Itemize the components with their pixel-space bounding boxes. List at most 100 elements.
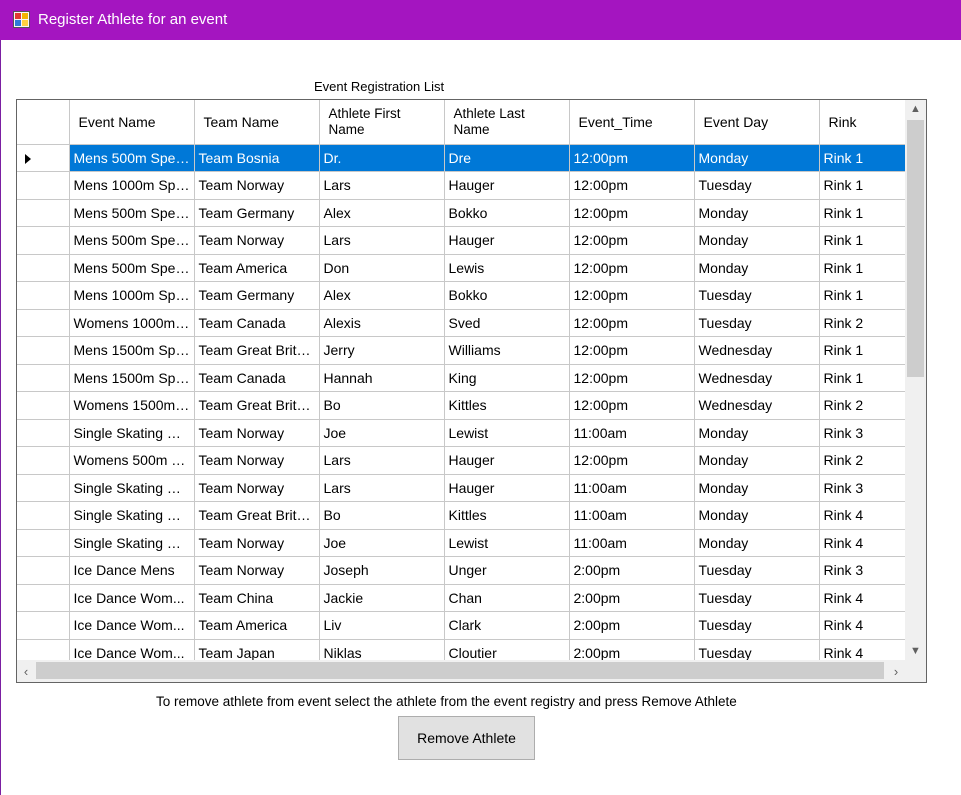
- cell-athlete-first-name[interactable]: Bo: [319, 391, 445, 420]
- table-row[interactable]: Mens 500m Spee... Team Bosnia Dr. Dre 12:00p…: [17, 144, 905, 172]
- column-header-athlete-first-name[interactable]: Athlete First Name: [319, 100, 445, 145]
- table-row[interactable]: Mens 500m Spee... Team Norway Lars Hauger 12…: [17, 226, 905, 255]
- title-bar[interactable]: Register Athlete for an event: [0, 0, 961, 40]
- cell-event-name[interactable]: Mens 500m Spee...: [69, 199, 195, 227]
- cell-event-day[interactable]: Tuesday: [694, 584, 820, 612]
- cell-event-day[interactable]: Monday: [694, 501, 820, 530]
- table-row[interactable]: Mens 1500m Spe... Team Great Britain Jerry…: [17, 336, 905, 365]
- cell-event-time[interactable]: 11:00am: [569, 474, 695, 502]
- row-header[interactable]: [17, 226, 70, 255]
- cell-rink[interactable]: Rink 1: [819, 171, 905, 200]
- cell-rink[interactable]: Rink 4: [819, 611, 905, 640]
- cell-event-name[interactable]: Womens 1000m ...: [69, 309, 195, 337]
- row-header[interactable]: [17, 281, 70, 310]
- cell-event-name[interactable]: Mens 500m Spee...: [69, 226, 195, 255]
- cell-event-day[interactable]: Monday: [694, 199, 820, 227]
- column-header-rink[interactable]: Rink: [819, 100, 905, 145]
- cell-athlete-last-name[interactable]: Hauger: [444, 446, 570, 475]
- row-header[interactable]: [17, 309, 70, 337]
- row-header[interactable]: [17, 446, 70, 475]
- cell-athlete-last-name[interactable]: Bokko: [444, 281, 570, 310]
- cell-event-day[interactable]: Tuesday: [694, 556, 820, 585]
- cell-event-time[interactable]: 12:00pm: [569, 144, 695, 172]
- row-header[interactable]: [17, 336, 70, 365]
- cell-athlete-first-name[interactable]: Joe: [319, 419, 445, 447]
- cell-team-name[interactable]: Team Bosnia: [194, 144, 320, 172]
- cell-rink[interactable]: Rink 2: [819, 309, 905, 337]
- cell-team-name[interactable]: Team Germany: [194, 281, 320, 310]
- cell-team-name[interactable]: Team Germany: [194, 199, 320, 227]
- row-header[interactable]: [17, 529, 70, 557]
- cell-team-name[interactable]: Team Norway: [194, 171, 320, 200]
- column-header-team-name[interactable]: Team Name: [194, 100, 320, 145]
- row-header[interactable]: [17, 364, 70, 392]
- cell-team-name[interactable]: Team America: [194, 254, 320, 282]
- cell-event-day[interactable]: Tuesday: [694, 639, 820, 660]
- scroll-left-arrow-icon[interactable]: ‹: [17, 660, 35, 682]
- cell-event-time[interactable]: 2:00pm: [569, 611, 695, 640]
- cell-athlete-last-name[interactable]: Unger: [444, 556, 570, 585]
- cell-athlete-last-name[interactable]: Sved: [444, 309, 570, 337]
- cell-rink[interactable]: Rink 4: [819, 584, 905, 612]
- cell-rink[interactable]: Rink 1: [819, 364, 905, 392]
- cell-athlete-first-name[interactable]: Don: [319, 254, 445, 282]
- scroll-right-arrow-icon[interactable]: ›: [887, 660, 905, 682]
- cell-team-name[interactable]: Team Great Britain: [194, 501, 320, 530]
- cell-athlete-last-name[interactable]: Clark: [444, 611, 570, 640]
- row-header[interactable]: [17, 199, 70, 227]
- cell-team-name[interactable]: Team China: [194, 584, 320, 612]
- table-row[interactable]: Womens 1500m ... Team Great Britain Bo Kitt…: [17, 391, 905, 420]
- cell-athlete-first-name[interactable]: Jackie: [319, 584, 445, 612]
- cell-team-name[interactable]: Team Norway: [194, 474, 320, 502]
- cell-rink[interactable]: Rink 1: [819, 226, 905, 255]
- cell-event-name[interactable]: Ice Dance Wom...: [69, 584, 195, 612]
- cell-event-name[interactable]: Mens 1500m Spe...: [69, 336, 195, 365]
- cell-event-time[interactable]: 12:00pm: [569, 281, 695, 310]
- cell-athlete-first-name[interactable]: Alexis: [319, 309, 445, 337]
- cell-event-time[interactable]: 12:00pm: [569, 254, 695, 282]
- cell-athlete-first-name[interactable]: Lars: [319, 171, 445, 200]
- cell-event-day[interactable]: Monday: [694, 144, 820, 172]
- cell-event-day[interactable]: Tuesday: [694, 171, 820, 200]
- row-header[interactable]: [17, 474, 70, 502]
- table-row[interactable]: Womens 500m S... Team Norway Lars Hauger 12:…: [17, 446, 905, 475]
- cell-team-name[interactable]: Team Norway: [194, 446, 320, 475]
- cell-athlete-last-name[interactable]: Bokko: [444, 199, 570, 227]
- event-registration-grid[interactable]: Event Name Team Name Athlete First Name …: [16, 99, 927, 683]
- cell-rink[interactable]: Rink 3: [819, 474, 905, 502]
- row-header[interactable]: [17, 584, 70, 612]
- cell-event-time[interactable]: 12:00pm: [569, 391, 695, 420]
- cell-rink[interactable]: Rink 1: [819, 281, 905, 310]
- table-row[interactable]: Ice Dance Wom... Team America Liv Clark 2:00…: [17, 611, 905, 640]
- column-header-athlete-last-name[interactable]: Athlete Last Name: [444, 100, 570, 145]
- cell-event-time[interactable]: 12:00pm: [569, 446, 695, 475]
- cell-event-day[interactable]: Monday: [694, 529, 820, 557]
- cell-rink[interactable]: Rink 1: [819, 199, 905, 227]
- cell-event-day[interactable]: Tuesday: [694, 611, 820, 640]
- cell-rink[interactable]: Rink 1: [819, 144, 905, 172]
- cell-event-time[interactable]: 12:00pm: [569, 336, 695, 365]
- cell-rink[interactable]: Rink 3: [819, 419, 905, 447]
- cell-rink[interactable]: Rink 3: [819, 556, 905, 585]
- table-row[interactable]: Womens 1000m ... Team Canada Alexis Sved 12:…: [17, 309, 905, 337]
- horizontal-scroll-thumb[interactable]: [36, 662, 884, 679]
- cell-team-name[interactable]: Team Japan: [194, 639, 320, 660]
- cell-team-name[interactable]: Team Norway: [194, 556, 320, 585]
- cell-event-name[interactable]: Ice Dance Mens: [69, 556, 195, 585]
- cell-event-time[interactable]: 11:00am: [569, 529, 695, 557]
- cell-athlete-last-name[interactable]: Chan: [444, 584, 570, 612]
- cell-athlete-first-name[interactable]: Alex: [319, 199, 445, 227]
- cell-athlete-last-name[interactable]: Kittles: [444, 501, 570, 530]
- table-row[interactable]: Ice Dance Mens Team Norway Joseph Unger 2:00…: [17, 556, 905, 585]
- cell-athlete-first-name[interactable]: Lars: [319, 474, 445, 502]
- cell-event-time[interactable]: 2:00pm: [569, 639, 695, 660]
- cell-rink[interactable]: Rink 2: [819, 446, 905, 475]
- row-header[interactable]: [17, 391, 70, 420]
- cell-team-name[interactable]: Team Canada: [194, 364, 320, 392]
- table-row[interactable]: Single Skating W... Team Great Britain Bo K…: [17, 501, 905, 530]
- cell-event-day[interactable]: Monday: [694, 254, 820, 282]
- cell-athlete-first-name[interactable]: Joe: [319, 529, 445, 557]
- vertical-scroll-thumb[interactable]: [907, 120, 924, 377]
- cell-team-name[interactable]: Team Great Britain: [194, 336, 320, 365]
- cell-event-name[interactable]: Womens 500m S...: [69, 446, 195, 475]
